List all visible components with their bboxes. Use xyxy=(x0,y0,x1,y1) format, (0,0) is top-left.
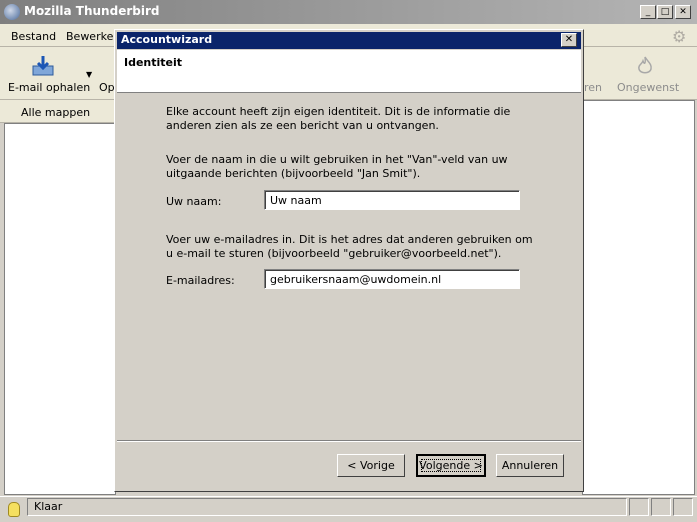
maximize-button[interactable]: □ xyxy=(657,5,673,19)
email-label: E-mailadres: xyxy=(166,274,235,287)
toolbar-partial-button-left[interactable]: Op xyxy=(99,81,115,94)
name-label: Uw naam: xyxy=(166,195,222,208)
folder-view-label[interactable]: Alle mappen xyxy=(21,106,90,119)
wizard-page-title: Identiteit xyxy=(124,56,183,69)
name-input[interactable]: Uw naam xyxy=(264,190,520,210)
get-mail-icon xyxy=(30,55,56,77)
intro-text: Elke account heeft zijn eigen identiteit… xyxy=(166,105,511,132)
status-panel-1 xyxy=(629,498,649,516)
get-mail-button[interactable]: E-mail ophalen xyxy=(8,81,90,94)
status-panel-2 xyxy=(651,498,671,516)
window-title: Mozilla Thunderbird xyxy=(24,4,160,18)
thunderbird-icon xyxy=(4,4,20,20)
toolbar-partial-button-right[interactable]: ren xyxy=(584,81,602,94)
focus-rect xyxy=(421,459,481,472)
dialog-close-button[interactable]: ✕ xyxy=(561,33,577,47)
get-mail-dropdown-icon[interactable]: ▼ xyxy=(86,70,92,79)
status-text-panel xyxy=(27,498,627,516)
folder-pane[interactable] xyxy=(4,123,116,495)
next-button[interactable]: Volgende > xyxy=(416,454,486,477)
junk-flame-icon xyxy=(634,55,656,77)
dialog-separator xyxy=(117,440,581,442)
email-input[interactable]: gebruikersnaam@uwdomein.nl xyxy=(264,269,520,289)
junk-button[interactable]: Ongewenst xyxy=(617,81,679,94)
online-status-icon[interactable] xyxy=(8,502,20,517)
back-button[interactable]: < Vorige xyxy=(337,454,405,477)
cancel-button[interactable]: Annuleren xyxy=(496,454,564,477)
menu-bewerken[interactable]: Bewerken xyxy=(66,30,120,43)
status-panel-3 xyxy=(673,498,693,516)
activity-gear-icon: ⚙ xyxy=(672,27,687,46)
email-help-text: Voer uw e-mailadres in. Dit is het adres… xyxy=(166,233,533,260)
wizard-page-header xyxy=(117,50,581,93)
email-input-value: gebruikersnaam@uwdomein.nl xyxy=(270,273,442,286)
status-text: Klaar xyxy=(34,500,63,513)
message-pane[interactable] xyxy=(582,100,695,495)
close-window-button[interactable]: ✕ xyxy=(675,5,691,19)
menu-bestand[interactable]: Bestand xyxy=(11,30,56,43)
name-input-value: Uw naam xyxy=(270,194,322,207)
minimize-button[interactable]: _ xyxy=(640,5,656,19)
dialog-title: Accountwizard xyxy=(121,33,213,46)
name-help-text: Voer de naam in die u wilt gebruiken in … xyxy=(166,153,508,180)
